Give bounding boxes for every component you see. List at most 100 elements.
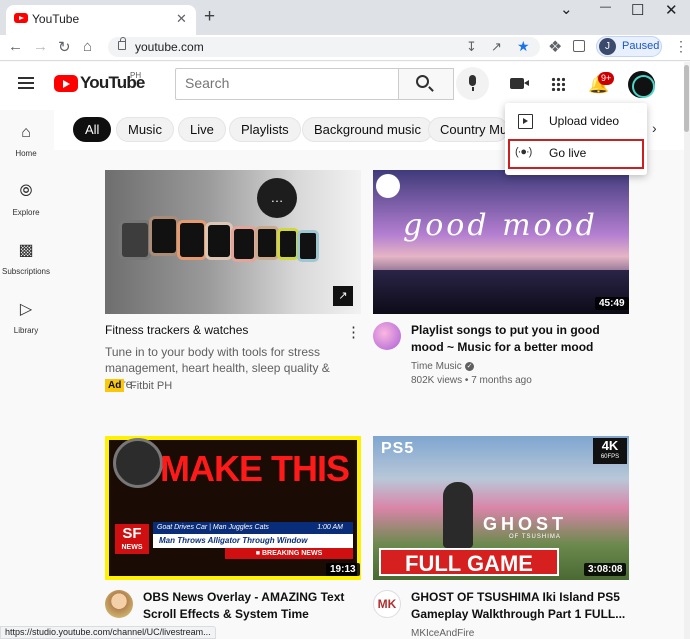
channel-avatar[interactable] [105,590,133,618]
video-duration: 45:49 [595,297,629,310]
ticker-top: Goat Drives Car | Man Juggles Cats 1:00 … [153,522,353,534]
microphone-icon[interactable] [469,75,476,91]
compass-icon: ⦾ [19,183,33,200]
create-video-icon[interactable] [510,78,529,89]
minimize-icon[interactable]: — [600,1,611,13]
channel-avatar[interactable]: MK [373,590,401,618]
apps-grid-icon[interactable] [551,77,565,91]
upload-video-icon[interactable] [518,114,533,129]
home-icon: ⌂ [21,124,31,141]
youtube-logo-icon[interactable] [54,75,78,92]
external-link-icon[interactable]: ↗ [333,286,353,306]
channel-name[interactable]: MKIceAndFire [411,628,474,639]
upload-video-label[interactable]: Upload video [549,114,619,128]
menu-icon[interactable] [18,77,34,89]
chip-all[interactable]: All [73,117,112,142]
ticker-main: Man Throws Alligator Through Window [153,534,353,548]
fitbit-logo: … [257,178,297,218]
sidebar-item-library[interactable]: ▷ Library [0,300,52,335]
new-tab-button[interactable]: + [204,6,215,28]
close-window-icon[interactable]: ✕ [665,1,678,19]
tab-close-icon[interactable]: ✕ [176,11,187,27]
notification-badge[interactable]: 9+ [598,72,615,85]
video-title[interactable]: Fitness trackers & watches [105,322,248,339]
video-duration: 19:13 [326,563,360,576]
watch [231,226,257,262]
profile-status[interactable]: Paused [622,40,659,52]
sidebar-item-label: Explore [12,208,40,217]
search-input[interactable] [185,75,385,91]
scrollbar-thumb[interactable] [684,65,689,132]
forward-icon[interactable]: → [33,38,48,55]
sidebar-item-subscriptions[interactable]: ▩ Subscriptions [0,241,52,276]
youtube-favicon-icon [14,13,28,23]
subscriptions-icon: ▩ [18,242,34,259]
badge-4k: 4K 60FPS [593,438,627,464]
home-browser-icon[interactable]: ⌂ [83,38,92,55]
sidebar-item-explore[interactable]: ⦾ Explore [0,182,52,217]
ticker-breaking-text: BREAKING NEWS [261,550,323,557]
video-title[interactable]: Playlist songs to put you in good mood ~… [411,322,626,356]
watch [177,220,207,260]
sidebar-item-label: Subscriptions [1,267,51,276]
browser-menu-icon[interactable]: ⋮ [674,38,688,55]
ticker-breaking: ■ BREAKING NEWS [225,548,353,559]
scrollbar[interactable] [684,62,690,639]
chip-music[interactable]: Music [116,117,174,142]
verified-icon: ✓ [465,362,474,371]
watch [297,230,319,262]
ghost-title: GHOST [483,514,568,534]
go-live-label[interactable]: Go live [549,146,586,160]
watch [255,226,279,260]
channel-name[interactable]: Fitbit PH [130,380,172,392]
city-skyline [373,270,629,314]
tsushima-subtitle: OF TSUSHIMA [509,534,561,540]
extensions-icon[interactable]: ❖ [548,37,562,57]
thumbnail-headline: MAKE THIS [160,448,350,489]
channel-name[interactable]: Time Music [411,361,462,372]
search-icon[interactable] [416,75,429,88]
samurai-figure [443,482,473,548]
sf-logo-sub: NEWS [121,544,143,551]
tab-search-icon[interactable]: ⌄ [560,0,573,18]
install-icon[interactable]: ↧ [466,39,477,55]
maximize-icon[interactable]: ☐ [631,1,644,19]
back-icon[interactable]: ← [8,38,23,55]
chevron-right-icon[interactable]: › [652,120,657,136]
chip-background-music[interactable]: Background music [302,117,433,142]
badge-4k-text: 4K [601,438,619,453]
full-game-banner: FULL GAME [379,548,559,576]
chip-live[interactable]: Live [178,117,226,142]
profile-avatar[interactable]: J [599,38,616,55]
ps5-logo: PS5 [381,440,415,457]
chip-playlists[interactable]: Playlists [229,117,301,142]
video-thumbnail[interactable]: … ↗ [105,170,361,314]
sidebar-item-home[interactable]: ⌂ Home [0,123,52,158]
lock-icon[interactable] [118,37,126,50]
share-icon[interactable]: ↗ [491,39,502,55]
bookmark-star-icon[interactable]: ★ [517,38,530,55]
url-text[interactable]: youtube.com [135,40,204,54]
obs-logo-icon [113,438,163,488]
side-panel-icon[interactable] [573,40,585,52]
account-avatar[interactable] [628,71,655,98]
video-title[interactable]: GHOST OF TSUSHIMA Iki Island PS5 Gamepla… [411,589,626,623]
ticker-top-text: Goat Drives Car | Man Juggles Cats [157,524,269,531]
sf-logo-text: SF [122,525,142,542]
reload-icon[interactable]: ↻ [58,38,71,56]
video-thumbnail[interactable]: MAKE THIS SF NEWS Goat Drives Car | Man … [105,436,361,580]
video-thumbnail[interactable]: good mood 45:49 [373,170,629,314]
time-music-logo [376,174,400,198]
region-code: PH [130,71,142,80]
sf-news-logo: SF NEWS [115,524,149,554]
badge-fps-text: 60FPS [600,454,620,460]
go-live-icon[interactable]: (·●·) [515,146,532,158]
chip-country-music[interactable]: Country Mus [428,117,508,142]
video-thumbnail[interactable]: PS5 4K 60FPS GHOST OF TSUSHIMA FULL GAME… [373,436,629,580]
more-actions-icon[interactable]: ⋮ [346,323,361,341]
sidebar-item-label: Home [15,149,37,158]
channel-avatar[interactable] [373,322,401,350]
thumbnail-text: good mood [403,208,598,243]
sidebar-item-label: Library [13,326,39,335]
video-title[interactable]: OBS News Overlay - AMAZING Text Scroll E… [143,589,348,623]
